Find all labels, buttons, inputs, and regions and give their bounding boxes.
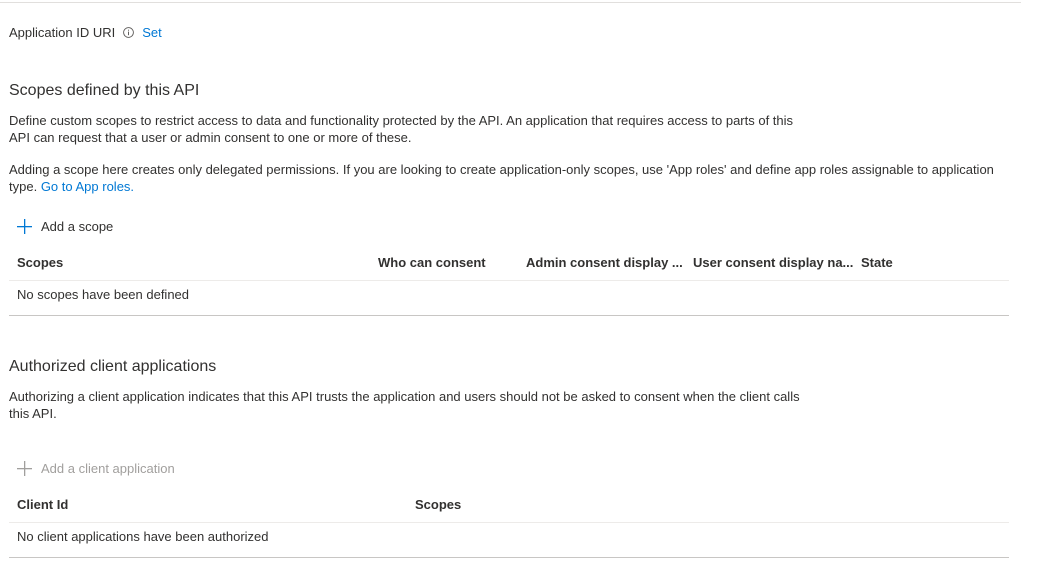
clients-section-title: Authorized client applications [9,358,217,375]
clients-empty-row: No client applications have been authori… [9,523,1009,558]
column-header-client-scopes[interactable]: Scopes [415,488,461,522]
add-client-application-button[interactable]: Add a client application [17,461,175,476]
set-app-id-uri-link[interactable]: Set [142,25,162,40]
scopes-description: Define custom scopes to restrict access … [9,113,794,145]
column-header-state[interactable]: State [861,246,893,280]
column-header-scopes[interactable]: Scopes [17,246,63,280]
scopes-table-header: Scopes Who can consent Admin consent dis… [9,246,1009,281]
scopes-section-title: Scopes defined by this API [9,82,200,99]
plus-icon [17,219,32,234]
add-client-application-label: Add a client application [41,461,175,476]
scopes-empty-row: No scopes have been defined [9,281,1009,316]
scopes-note: Adding a scope here creates only delegat… [9,162,994,194]
info-icon[interactable] [123,27,135,38]
clients-table-header: Client Id Scopes [9,488,1009,523]
go-to-app-roles-link[interactable]: Go to App roles. [41,179,134,194]
scopes-empty-message: No scopes have been defined [17,287,190,302]
plus-icon [17,461,32,476]
top-divider [0,2,1021,3]
clients-empty-message: No client applications have been authori… [17,529,269,544]
column-header-who-can-consent[interactable]: Who can consent [378,246,486,280]
application-id-uri-row: Application ID URI Set [9,25,162,40]
clients-description: Authorizing a client application indicat… [9,389,800,421]
column-header-admin-consent-display[interactable]: Admin consent display ... [526,246,683,280]
application-id-uri-label: Application ID URI [9,25,116,40]
column-header-user-consent-display[interactable]: User consent display na... [693,246,853,280]
add-scope-button[interactable]: Add a scope [17,219,113,234]
column-header-client-id[interactable]: Client Id [17,488,68,522]
add-scope-label: Add a scope [41,219,114,234]
